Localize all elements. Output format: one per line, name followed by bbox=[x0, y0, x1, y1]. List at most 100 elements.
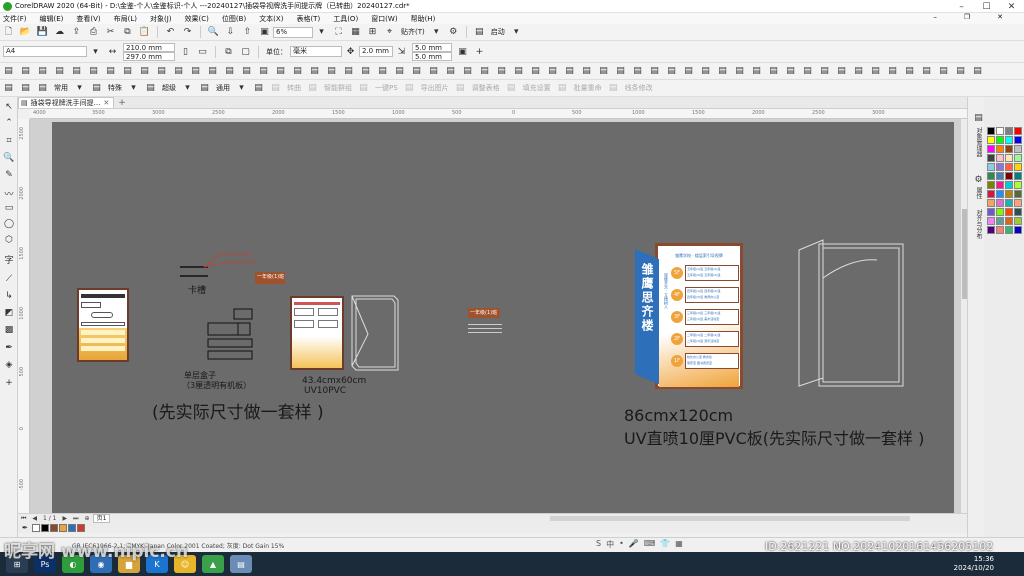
dropdown-icon[interactable]: ▾ bbox=[235, 82, 248, 95]
plugin-icon[interactable]: ▤ bbox=[70, 65, 83, 78]
units-select[interactable]: 毫米 bbox=[290, 46, 342, 57]
snap-dropdown-icon[interactable]: ▾ bbox=[430, 26, 443, 39]
document-tab[interactable]: ▤ 插袋导视牌洗手间提... ✕ bbox=[18, 97, 115, 108]
plugin-line-modify[interactable]: 线条修改 bbox=[625, 83, 653, 93]
zoom-dropdown-icon[interactable]: ▾ bbox=[315, 26, 328, 39]
treat-as-filled-icon[interactable]: ▣ bbox=[456, 45, 469, 58]
small-signboard[interactable] bbox=[77, 288, 129, 362]
maximize-button[interactable]: ☐ bbox=[974, 0, 999, 13]
palette-swatch[interactable] bbox=[996, 136, 1004, 144]
drawing-canvas[interactable]: 卡槽 一年级(1)班 单层盒子 （3厘透明有机板） 43.4cmx60cm UV… bbox=[30, 119, 960, 513]
crop-tool-icon[interactable]: ⌗ bbox=[3, 135, 15, 147]
plugin-icon[interactable]: ▤ bbox=[852, 65, 865, 78]
palette-swatch[interactable] bbox=[987, 208, 995, 216]
box-diagram[interactable] bbox=[204, 307, 254, 363]
palette-swatch[interactable] bbox=[1005, 163, 1013, 171]
palette-swatch[interactable] bbox=[1014, 226, 1022, 234]
app-launcher-label[interactable]: 启动 bbox=[491, 27, 505, 37]
palette-swatch[interactable] bbox=[987, 127, 995, 135]
full-screen-icon[interactable]: ⛶ bbox=[332, 26, 345, 39]
palette-swatch[interactable] bbox=[1014, 190, 1022, 198]
menu-effects[interactable]: 效果(C) bbox=[185, 14, 209, 24]
last-page-icon[interactable]: ⏭ bbox=[73, 515, 78, 523]
plugin-icon[interactable]: ▤ bbox=[172, 65, 185, 78]
palette-swatch[interactable] bbox=[1014, 199, 1022, 207]
plugin-fill-settings[interactable]: 填充设置 bbox=[523, 83, 551, 93]
app-doc-icon[interactable]: ▤ bbox=[230, 555, 252, 573]
plugin-icon[interactable]: ▤ bbox=[665, 65, 678, 78]
plugin-icon[interactable]: ▤ bbox=[920, 65, 933, 78]
current-page-icon[interactable]: ▢ bbox=[239, 45, 252, 58]
drawing-page[interactable]: 卡槽 一年级(1)班 单层盒子 （3厘透明有机板） 43.4cmx60cm UV… bbox=[52, 122, 954, 513]
document-color-swatch[interactable] bbox=[67, 524, 76, 532]
palette-swatch[interactable] bbox=[1005, 199, 1013, 207]
plugin-icon[interactable]: ▤ bbox=[121, 65, 134, 78]
plugin-icon[interactable]: ▤ bbox=[223, 65, 236, 78]
plugin-icon[interactable]: ▤ bbox=[257, 65, 270, 78]
menu-help[interactable]: 帮助(H) bbox=[411, 14, 436, 24]
palette-swatch[interactable] bbox=[987, 199, 995, 207]
palette-swatch[interactable] bbox=[1005, 190, 1013, 198]
add-page-icon[interactable]: ⊕ bbox=[85, 515, 90, 522]
page-height-input[interactable]: 297.0 mm bbox=[123, 51, 175, 61]
plugin-icon[interactable]: ▤ bbox=[733, 65, 746, 78]
plugin-icon[interactable]: ▤ bbox=[682, 65, 695, 78]
plugin-icon[interactable]: ▤ bbox=[818, 65, 831, 78]
next-page-icon[interactable]: ▶ bbox=[63, 515, 68, 522]
rulers-icon[interactable]: ▦ bbox=[349, 26, 362, 39]
class-tag[interactable]: 一年级(1)班 bbox=[255, 272, 285, 284]
document-color-swatch[interactable] bbox=[58, 524, 67, 532]
plugin-icon[interactable]: ▤ bbox=[376, 65, 389, 78]
plugin-icon[interactable]: ▤ bbox=[607, 82, 620, 95]
zoom-level-select[interactable]: 6% bbox=[273, 26, 313, 38]
import-icon[interactable]: ⇩ bbox=[224, 26, 237, 39]
export-icon[interactable]: ⇧ bbox=[241, 26, 254, 39]
palette-swatch[interactable] bbox=[987, 190, 995, 198]
palette-swatch[interactable] bbox=[1005, 145, 1013, 153]
plugin-special[interactable]: 特殊 bbox=[108, 83, 122, 93]
page-size-select[interactable]: A4 bbox=[3, 46, 87, 57]
plugin-icon[interactable]: ▤ bbox=[357, 82, 370, 95]
palette-swatch[interactable] bbox=[996, 163, 1004, 171]
microphone-icon[interactable]: 🎤 bbox=[629, 539, 639, 550]
document-color-swatch[interactable] bbox=[49, 524, 58, 532]
menu-view[interactable]: 查看(V) bbox=[76, 14, 100, 24]
plugin-icon[interactable]: ▤ bbox=[495, 65, 508, 78]
plugin-icon[interactable]: ▤ bbox=[546, 65, 559, 78]
menu-file[interactable]: 文件(F) bbox=[3, 14, 27, 24]
plugin-icon[interactable]: ▤ bbox=[198, 82, 211, 95]
toolbox-icon[interactable]: ▦ bbox=[675, 539, 683, 550]
plugin-smart-group[interactable]: 智能群组 bbox=[324, 83, 352, 93]
plugin-icon[interactable]: ▤ bbox=[144, 82, 157, 95]
portrait-icon[interactable]: ▯ bbox=[179, 45, 192, 58]
plugin-icon[interactable]: ▤ bbox=[886, 65, 899, 78]
export-pdf-icon[interactable]: ▣ bbox=[258, 26, 271, 39]
palette-swatch[interactable] bbox=[1005, 208, 1013, 216]
eyedropper-icon[interactable]: ✒ bbox=[22, 524, 28, 532]
plugin-icon[interactable]: ▤ bbox=[903, 65, 916, 78]
duplicate-y-input[interactable]: 5.0 mm bbox=[412, 51, 452, 61]
plugin-icon[interactable]: ▤ bbox=[512, 65, 525, 78]
palette-swatch[interactable] bbox=[1005, 226, 1013, 234]
redo-icon[interactable]: ↷ bbox=[181, 26, 194, 39]
system-clock[interactable]: 15:36 2024/10/20 bbox=[954, 555, 994, 573]
menu-edit[interactable]: 编辑(E) bbox=[40, 14, 64, 24]
grid-icon[interactable]: ⊞ bbox=[366, 26, 379, 39]
plugin-icon[interactable]: ▤ bbox=[699, 65, 712, 78]
plugin-general[interactable]: 通用 bbox=[216, 83, 230, 93]
plugin-icon[interactable]: ▤ bbox=[306, 82, 319, 95]
floor-guide-board[interactable]: 雏鹰思齐楼 思维齐天 · 立德树人 雏鹰学校 · 楼层索引导视牌 5F 五年级(… bbox=[635, 243, 743, 391]
add-icon[interactable]: + bbox=[473, 45, 486, 58]
plugin-convert-curves[interactable]: 转曲 bbox=[287, 83, 301, 93]
plugin-icon[interactable]: ▤ bbox=[308, 65, 321, 78]
document-color-swatch[interactable] bbox=[40, 524, 49, 532]
plugin-one-click-ps[interactable]: 一键PS bbox=[375, 83, 398, 93]
plugin-icon[interactable]: ▤ bbox=[505, 82, 518, 95]
menu-table[interactable]: 表格(T) bbox=[296, 14, 320, 24]
palette-swatch[interactable] bbox=[987, 172, 995, 180]
palette-swatch[interactable] bbox=[1005, 172, 1013, 180]
plugin-icon[interactable]: ▤ bbox=[138, 65, 151, 78]
pick-tool-icon[interactable]: ↖ bbox=[3, 101, 15, 113]
settings-icon[interactable]: ⚙ bbox=[447, 26, 460, 39]
palette-swatch[interactable] bbox=[1014, 163, 1022, 171]
